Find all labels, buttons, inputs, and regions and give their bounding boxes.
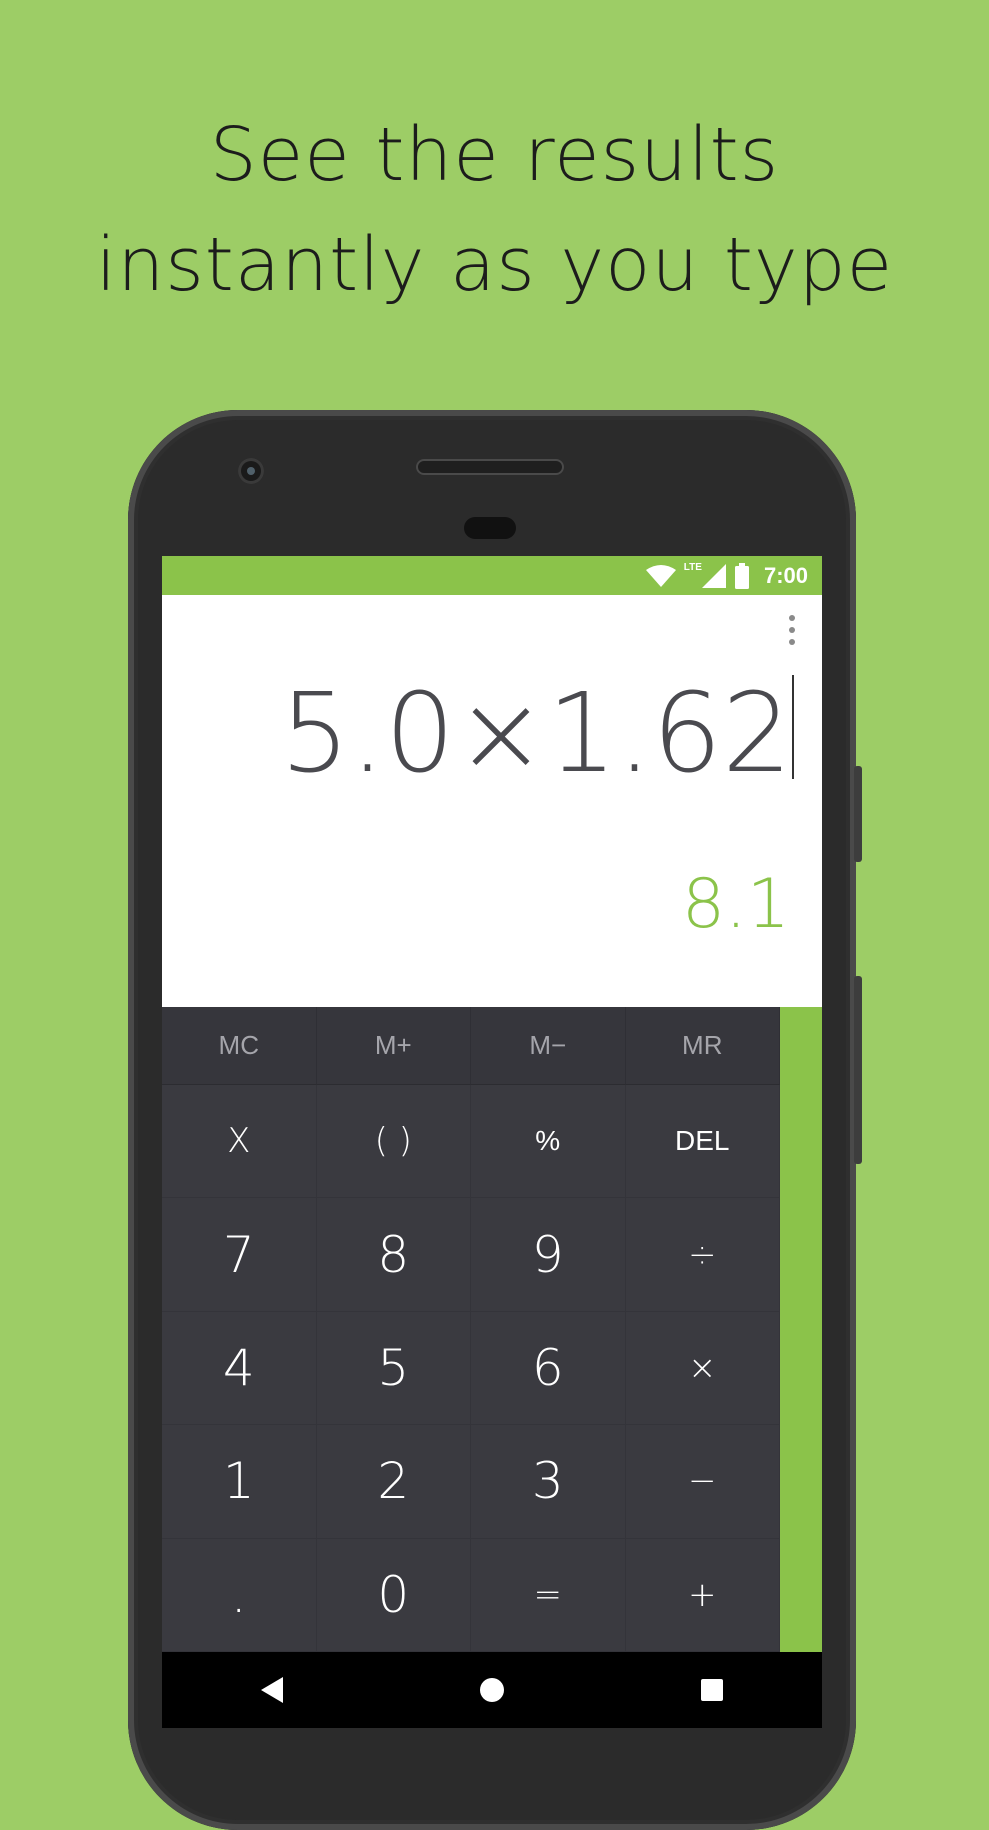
key-grid: X ( ) % DEL 7 8 9 ÷ 4 5 6 × 1 2 3 − . 0 … <box>162 1085 780 1652</box>
decimal-point-button[interactable]: . <box>162 1538 317 1652</box>
memory-clear-button[interactable]: MC <box>162 1007 317 1085</box>
percent-button[interactable]: % <box>471 1085 626 1199</box>
wifi-icon <box>645 564 676 587</box>
add-button[interactable]: + <box>625 1538 780 1652</box>
digit-6-button[interactable]: 6 <box>471 1311 626 1426</box>
recent-apps-icon[interactable] <box>701 1679 724 1701</box>
multiply-button[interactable]: × <box>625 1311 780 1426</box>
home-icon[interactable] <box>479 1678 504 1702</box>
status-icons: LTE 7:00 <box>645 556 808 595</box>
expression-field[interactable]: 5.0×1.62 <box>280 673 792 793</box>
power-button <box>854 766 862 862</box>
network-type-label: LTE <box>683 562 702 573</box>
navigation-bar <box>162 1652 822 1728</box>
digit-0-button[interactable]: 0 <box>316 1538 471 1652</box>
digit-2-button[interactable]: 2 <box>316 1425 471 1539</box>
equals-button[interactable]: = <box>471 1538 626 1652</box>
clear-button[interactable]: X <box>162 1085 317 1199</box>
front-camera <box>238 458 264 484</box>
overflow-menu-icon[interactable] <box>788 615 796 645</box>
digit-5-button[interactable]: 5 <box>316 1311 471 1426</box>
status-bar: LTE 7:00 <box>162 556 822 595</box>
subtract-button[interactable]: − <box>625 1425 780 1539</box>
phone-screen: LTE 7:00 5.0×1.62 8.1 MC M+ M− MR X ( ) <box>162 556 822 1728</box>
memory-recall-button[interactable]: MR <box>625 1007 780 1085</box>
headline-line-2: instantly as you type <box>95 222 894 308</box>
calculator-display: 5.0×1.62 8.1 <box>162 595 822 1007</box>
status-time: 7:00 <box>763 562 808 588</box>
battery-icon <box>734 562 749 589</box>
volume-button <box>854 976 862 1164</box>
cell-signal-icon <box>701 563 726 588</box>
memory-subtract-button[interactable]: M− <box>471 1007 626 1085</box>
divide-button[interactable]: ÷ <box>625 1198 780 1312</box>
digit-9-button[interactable]: 9 <box>471 1198 626 1312</box>
digit-7-button[interactable]: 7 <box>162 1198 317 1312</box>
headline-line-1: See the results <box>209 112 780 198</box>
earpiece-speaker <box>416 459 564 475</box>
advanced-panel-handle[interactable] <box>780 1007 822 1652</box>
digit-8-button[interactable]: 8 <box>316 1198 471 1312</box>
digit-1-button[interactable]: 1 <box>162 1425 317 1539</box>
memory-add-button[interactable]: M+ <box>316 1007 471 1085</box>
proximity-sensor <box>464 517 516 539</box>
back-icon[interactable] <box>260 1677 283 1703</box>
headline: See the results instantly as you type <box>0 100 989 320</box>
keypad: MC M+ M− MR X ( ) % DEL 7 8 9 ÷ 4 5 6 × … <box>162 1007 780 1652</box>
digit-3-button[interactable]: 3 <box>471 1425 626 1539</box>
digit-4-button[interactable]: 4 <box>162 1311 317 1426</box>
text-cursor <box>792 675 794 779</box>
parentheses-button[interactable]: ( ) <box>316 1085 471 1199</box>
delete-button[interactable]: DEL <box>625 1085 780 1199</box>
memory-row: MC M+ M− MR <box>162 1007 780 1085</box>
result-preview: 8.1 <box>681 865 790 944</box>
